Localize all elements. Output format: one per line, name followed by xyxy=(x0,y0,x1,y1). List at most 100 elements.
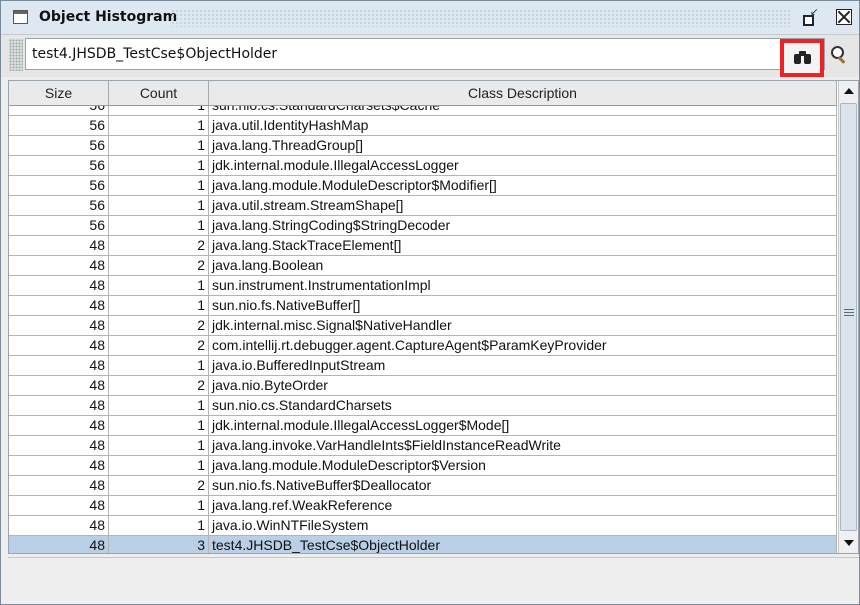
cell-size: 48 xyxy=(9,356,109,375)
cell-class-description: java.lang.StringCoding$StringDecoder xyxy=(209,216,837,235)
cell-size: 56 xyxy=(9,216,109,235)
window-title: Object Histogram xyxy=(39,9,178,25)
cell-class-description: java.io.BufferedInputStream xyxy=(209,356,837,375)
cell-class-description: java.lang.module.ModuleDescriptor$Modifi… xyxy=(209,176,837,195)
cell-count: 1 xyxy=(109,516,209,535)
table-row[interactable]: 56 1 java.lang.StringCoding$StringDecoder xyxy=(9,216,837,236)
scroll-down-arrow-icon[interactable] xyxy=(839,533,858,553)
table-row[interactable]: 48 1 sun.nio.cs.StandardCharsets xyxy=(9,396,837,416)
cell-count: 2 xyxy=(109,336,209,355)
cell-class-description: java.lang.ref.WeakReference xyxy=(209,496,837,515)
cell-count: 1 xyxy=(109,196,209,215)
close-icon[interactable] xyxy=(836,9,852,25)
binoculars-icon xyxy=(794,50,812,66)
cell-size: 56 xyxy=(9,156,109,175)
cell-count: 1 xyxy=(109,136,209,155)
cell-size: 48 xyxy=(9,476,109,495)
cell-class-description: java.lang.Boolean xyxy=(209,256,837,275)
cell-count: 1 xyxy=(109,296,209,315)
cell-class-description: java.lang.StackTraceElement[] xyxy=(209,236,837,255)
cell-class-description: java.util.stream.StreamShape[] xyxy=(209,196,837,215)
cell-class-description: java.lang.invoke.VarHandleInts$FieldInst… xyxy=(209,436,837,455)
table-row[interactable]: 56 1 java.util.IdentityHashMap xyxy=(9,116,837,136)
cell-count: 2 xyxy=(109,376,209,395)
cell-size: 48 xyxy=(9,516,109,535)
cell-class-description: java.util.IdentityHashMap xyxy=(209,116,837,135)
cell-size: 48 xyxy=(9,256,109,275)
cell-count: 2 xyxy=(109,236,209,255)
cell-count: 1 xyxy=(109,116,209,135)
cell-class-description: java.lang.module.ModuleDescriptor$Versio… xyxy=(209,456,837,475)
cell-count: 1 xyxy=(109,436,209,455)
inspect-button[interactable] xyxy=(825,40,853,70)
table-row[interactable]: 48 3 test4.JHSDB_TestCse$ObjectHolder xyxy=(9,536,837,553)
search-input[interactable] xyxy=(25,38,825,70)
window-icon xyxy=(13,10,28,24)
cell-count: 1 xyxy=(109,496,209,515)
table-row[interactable]: 48 2 jdk.internal.misc.Signal$NativeHandle… xyxy=(9,316,837,336)
table-row[interactable]: 48 1 java.io.BufferedInputStream xyxy=(9,356,837,376)
scroll-up-arrow-icon[interactable] xyxy=(839,81,858,101)
status-area xyxy=(8,557,859,604)
cell-size: 48 xyxy=(9,456,109,475)
table-row[interactable]: 56 1 java.lang.ThreadGroup[] xyxy=(9,136,837,156)
cell-count: 3 xyxy=(109,536,209,553)
table-row[interactable]: 48 1 java.lang.invoke.VarHandleInts$FieldI… xyxy=(9,436,837,456)
table-row[interactable]: 56 1 jdk.internal.module.IllegalAccessLogg… xyxy=(9,156,837,176)
cell-class-description: sun.nio.cs.StandardCharsets$Cache xyxy=(209,106,837,115)
cell-size: 48 xyxy=(9,296,109,315)
cell-size: 48 xyxy=(9,536,109,553)
table-row[interactable]: 48 1 sun.instrument.InstrumentationImpl xyxy=(9,276,837,296)
table-row[interactable]: 48 1 sun.nio.fs.NativeBuffer[] xyxy=(9,296,837,316)
column-header-count[interactable]: Count xyxy=(109,81,209,105)
table-row[interactable]: 561sun.nio.cs.StandardCharsets$Cache xyxy=(9,106,837,116)
vertical-scrollbar[interactable] xyxy=(838,81,858,553)
table-header: Size Count Class Description xyxy=(9,81,837,106)
cell-size: 56 xyxy=(9,136,109,155)
table-row[interactable]: 48 2 java.lang.Boolean xyxy=(9,256,837,276)
column-header-size[interactable]: Size xyxy=(9,81,109,105)
table-row[interactable]: 48 1 jdk.internal.module.IllegalAccessLogg… xyxy=(9,416,837,436)
cell-size: 48 xyxy=(9,236,109,255)
table-row[interactable]: 56 1 java.lang.module.ModuleDescriptor$Mod… xyxy=(9,176,837,196)
cell-count: 1 xyxy=(109,396,209,415)
cell-class-description: java.io.WinNTFileSystem xyxy=(209,516,837,535)
find-button[interactable] xyxy=(780,39,824,77)
cell-class-description: jdk.internal.module.IllegalAccessLogger xyxy=(209,156,837,175)
cell-size: 48 xyxy=(9,396,109,415)
cell-size: 48 xyxy=(9,316,109,335)
table-row[interactable]: 48 1 java.io.WinNTFileSystem xyxy=(9,516,837,536)
cell-count: 1 xyxy=(109,156,209,175)
cell-size: 48 xyxy=(9,496,109,515)
table-row[interactable]: 48 1 java.lang.ref.WeakReference xyxy=(9,496,837,516)
table-row[interactable]: 48 1 java.lang.module.ModuleDescriptor$Ver… xyxy=(9,456,837,476)
cell-count: 1 xyxy=(109,356,209,375)
title-bar-texture xyxy=(171,9,791,27)
scrollbar-thumb[interactable] xyxy=(840,103,857,531)
table-row[interactable]: 48 2 sun.nio.fs.NativeBuffer$Deallocator xyxy=(9,476,837,496)
cell-class-description: jdk.internal.misc.Signal$NativeHandler xyxy=(209,316,837,335)
toolbar-grip-handle[interactable] xyxy=(9,39,23,71)
table-row[interactable]: 48 2 com.intellij.rt.debugger.agent.Captur… xyxy=(9,336,837,356)
cell-class-description: com.intellij.rt.debugger.agent.CaptureAg… xyxy=(209,336,837,355)
table-row[interactable]: 56 1 java.util.stream.StreamShape[] xyxy=(9,196,837,216)
cell-class-description: sun.nio.fs.NativeBuffer[] xyxy=(209,296,837,315)
cell-size: 56 xyxy=(9,176,109,195)
cell-count: 2 xyxy=(109,476,209,495)
title-bar[interactable]: Object Histogram ↙ xyxy=(1,1,859,34)
cell-count: 1 xyxy=(109,176,209,195)
search-toolbar xyxy=(1,34,859,77)
cell-size: 56 xyxy=(9,106,109,115)
column-header-class-description[interactable]: Class Description xyxy=(209,81,837,105)
cell-size: 48 xyxy=(9,336,109,355)
cell-size: 56 xyxy=(9,116,109,135)
cell-count: 1 xyxy=(109,216,209,235)
object-histogram-window: Object Histogram ↙ Size Count Class Desc… xyxy=(0,0,860,605)
cell-count: 1 xyxy=(109,416,209,435)
table-row[interactable]: 48 2 java.nio.ByteOrder xyxy=(9,376,837,396)
cell-count: 1 xyxy=(109,456,209,475)
restore-icon[interactable]: ↙ xyxy=(801,7,818,26)
table-row[interactable]: 48 2 java.lang.StackTraceElement[] xyxy=(9,236,837,256)
cell-count: 2 xyxy=(109,256,209,275)
cell-class-description: test4.JHSDB_TestCse$ObjectHolder xyxy=(209,536,837,553)
